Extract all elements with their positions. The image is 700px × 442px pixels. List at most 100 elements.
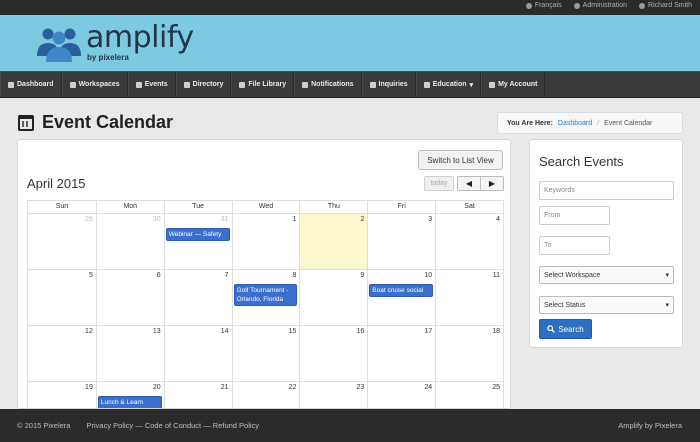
calendar-day[interactable]: 3 — [367, 214, 435, 269]
calendar-day[interactable]: 19 — [28, 382, 96, 408]
nav-item-label: Inquiries — [378, 81, 408, 88]
calendar-day[interactable]: 20 Lunch & Learn — [95, 382, 164, 408]
day-number: 2 — [360, 216, 365, 223]
weekday-label: Tue — [163, 201, 232, 213]
globe-icon — [525, 2, 532, 9]
weekday-header-row: Sun Mon Tue Wed Thu Fri Sat — [27, 200, 504, 213]
calendar-day[interactable]: 17 — [367, 326, 435, 381]
calendar-month-title: April 2015 — [27, 176, 86, 191]
switch-to-list-view-button[interactable]: Switch to List View — [418, 150, 503, 170]
nav-item-inquiries[interactable]: Inquiries — [361, 72, 416, 97]
calendar-day[interactable]: 6 — [95, 270, 164, 325]
question-icon — [369, 81, 376, 88]
calendar-day[interactable]: 18 — [435, 326, 503, 381]
nav-item-dashboard[interactable]: Dashboard — [0, 72, 62, 97]
nav-item-directory[interactable]: Directory — [175, 72, 232, 97]
calendar-event[interactable]: Lunch & Learn — [97, 396, 162, 408]
search-button[interactable]: Search — [539, 319, 592, 339]
calendar-event[interactable]: Webinar — Safety — [165, 228, 230, 241]
next-month-button[interactable]: ▶ — [480, 176, 504, 191]
brand-header: amplify by pixelera — [0, 15, 700, 71]
chevron-down-icon: ▾ — [665, 272, 669, 279]
users-icon — [183, 81, 190, 88]
calendar-day[interactable]: 5 — [28, 270, 96, 325]
top-link-2[interactable]: Richard Smith — [639, 2, 692, 9]
day-number: 1 — [292, 216, 297, 223]
nav-item-workspaces[interactable]: Workspaces — [61, 72, 128, 97]
workspace-select[interactable]: Select Workspace ▾ — [539, 266, 674, 284]
page-footer: © 2015 Pixelera Privacy Policy — Code of… — [0, 409, 700, 442]
day-number: 17 — [424, 328, 433, 335]
chevron-down-icon: ▾ — [469, 81, 474, 89]
calendar-day[interactable]: 21 — [163, 382, 232, 408]
top-link-0[interactable]: Français — [525, 2, 562, 9]
top-link-1[interactable]: Administration — [573, 2, 627, 9]
day-number: 31 — [220, 216, 229, 223]
calendar-day[interactable]: 14 — [163, 326, 232, 381]
weekday-label: Sun — [55, 203, 69, 210]
nav-item-my-account[interactable]: My Account — [481, 72, 546, 97]
day-number: 25 — [492, 384, 500, 391]
to-date-input[interactable]: To — [539, 236, 610, 255]
top-link-label: Richard Smith — [648, 2, 692, 9]
calendar-day[interactable]: 7 — [163, 270, 232, 325]
search-icon — [547, 325, 556, 333]
calendar-day[interactable]: 24 — [367, 382, 435, 408]
calendar-day[interactable]: 13 — [95, 326, 164, 381]
calendar-day[interactable]: 25 — [435, 382, 503, 408]
footer-policy-links[interactable]: Privacy Policy — Code of Conduct — Refun… — [86, 421, 259, 430]
day-number: 5 — [88, 272, 93, 279]
calendar-day[interactable]: 12 — [28, 326, 96, 381]
calendar-week-row: 19 20 Lunch & Learn 21 22 23 24 25 — [27, 381, 504, 408]
amplify-logo[interactable]: amplify by pixelera — [34, 20, 204, 66]
calendar-event[interactable]: Golf Tournament - Orlando, Florida — [233, 284, 298, 306]
grid-icon — [69, 81, 76, 88]
calendar-day[interactable]: 29 — [28, 214, 96, 269]
day-number: 24 — [424, 384, 433, 391]
calendar-day[interactable]: 23 — [299, 382, 367, 408]
nav-item-label: Dashboard — [17, 81, 54, 88]
envelope-icon — [302, 81, 309, 88]
calendar-day[interactable]: 16 — [299, 326, 367, 381]
user-icon — [489, 81, 496, 88]
nav-item-label: Notifications — [311, 81, 354, 88]
calendar-day[interactable]: 31 Webinar — Safety — [163, 214, 232, 269]
brand-tagline: by pixelera — [87, 53, 129, 62]
day-number: 15 — [288, 328, 297, 335]
today-button[interactable]: today — [424, 176, 454, 191]
weekday-label: Fri — [367, 201, 435, 213]
footer-brand: Amplify by Pixelera — [618, 421, 682, 430]
status-select[interactable]: Select Status ▾ — [539, 296, 674, 314]
calendar-day[interactable]: 10 Boat cruise social — [367, 270, 435, 325]
status-select-value: Select Status — [544, 301, 586, 309]
calendar-day[interactable]: 22 — [231, 382, 300, 408]
book-icon — [423, 81, 430, 88]
day-number: 9 — [360, 272, 365, 279]
nav-item-education[interactable]: Education ▾ — [415, 72, 482, 97]
nav-item-events[interactable]: Events — [127, 72, 176, 97]
calendar-day[interactable]: 30 — [95, 214, 164, 269]
calendar-grid: Sun Mon Tue Wed Thu Fri Sat 29 30 31 Webinar — Sa… — [27, 200, 504, 408]
nav-item-notifications[interactable]: Notifications — [294, 72, 362, 97]
footer-copyright: © 2015 Pixelera — [17, 421, 71, 430]
from-date-input[interactable]: From — [539, 206, 610, 225]
top-utility-links: Français Administration Richard Smith — [525, 2, 692, 9]
breadcrumb-separator: / — [597, 119, 600, 127]
previous-month-button[interactable]: ◀ — [457, 176, 481, 191]
day-number: 18 — [492, 328, 500, 335]
breadcrumb-dashboard-link[interactable]: Dashboard — [558, 120, 592, 127]
keywords-input[interactable]: Keywords — [539, 181, 674, 200]
weekday-label: Mon — [95, 201, 164, 213]
calendar-day-today[interactable]: 2 — [299, 214, 368, 269]
calendar-day[interactable]: 11 — [435, 270, 503, 325]
calendar-day[interactable]: 1 — [231, 214, 300, 269]
calendar-event[interactable]: Boat cruise social — [369, 284, 434, 297]
calendar-day[interactable]: 15 — [231, 326, 300, 381]
calendar-day[interactable]: 9 — [299, 270, 367, 325]
weekday-label: Thu — [299, 201, 367, 213]
gear-icon — [573, 2, 580, 9]
nav-item-file-library[interactable]: File Library — [231, 72, 295, 97]
calendar-day[interactable]: 8 Golf Tournament - Orlando, Florida — [231, 270, 300, 325]
calendar-day[interactable]: 4 — [435, 214, 503, 269]
page-title: Event Calendar — [42, 112, 174, 132]
